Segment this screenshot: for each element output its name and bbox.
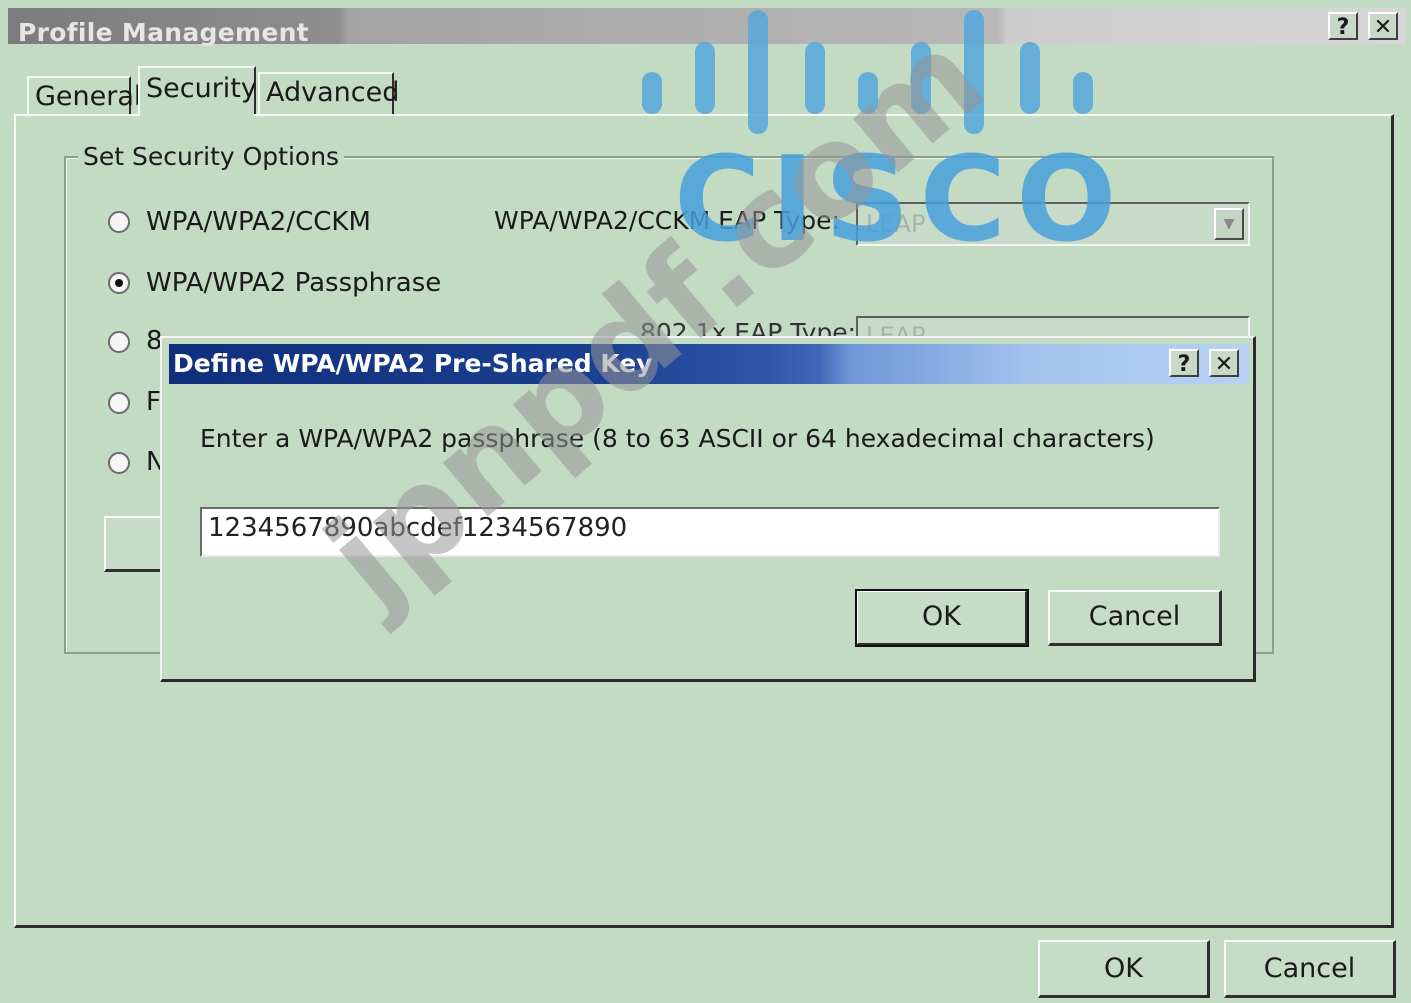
radio-option-5[interactable] — [108, 452, 130, 474]
radio-wpa-cckm-label[interactable]: WPA/WPA2/CCKM — [146, 207, 371, 237]
help-button[interactable]: ? — [1328, 12, 1358, 40]
logo-bar — [695, 42, 715, 114]
ok-button[interactable]: OK — [1038, 940, 1210, 998]
tab-general[interactable]: General — [27, 76, 141, 116]
logo-bar — [911, 42, 931, 114]
dialog-titlebar[interactable]: Define WPA/WPA2 Pre-Shared Key ? ✕ — [169, 344, 1249, 384]
radio-wpa-passphrase[interactable] — [108, 272, 130, 294]
dialog-cancel-button[interactable]: Cancel — [1048, 590, 1222, 646]
logo-bar — [964, 10, 984, 134]
logo-bar — [1020, 42, 1040, 114]
passphrase-prompt: Enter a WPA/WPA2 passphrase (8 to 63 ASC… — [200, 424, 1155, 453]
group-label: Set Security Options — [78, 142, 345, 171]
logo-bar — [1073, 72, 1093, 114]
cisco-logo-text: CISCO — [674, 130, 1127, 268]
close-button[interactable]: ✕ — [1368, 12, 1398, 40]
passphrase-input[interactable]: 1234567890abcdef1234567890 — [200, 507, 1220, 557]
radio-option-4[interactable] — [108, 392, 130, 414]
cancel-button[interactable]: Cancel — [1224, 940, 1396, 998]
dialog-close-button[interactable]: ✕ — [1209, 349, 1239, 377]
logo-bar — [642, 72, 662, 114]
radio-wpa-cckm[interactable] — [108, 211, 130, 233]
eap-type-dropdown-icon[interactable]: ▼ — [1214, 208, 1244, 240]
dialog-ok-button[interactable]: OK — [855, 589, 1029, 647]
window-title: Profile Management — [18, 18, 309, 47]
window-titlebar[interactable]: Profile Management ? ✕ — [8, 8, 1406, 47]
tab-security[interactable]: Security — [138, 66, 257, 116]
logo-bar — [858, 72, 878, 114]
logo-bar — [748, 10, 768, 134]
dialog-title: Define WPA/WPA2 Pre-Shared Key — [173, 349, 653, 378]
radio-8021x[interactable] — [108, 331, 130, 353]
active-tab-joiner — [140, 112, 254, 118]
dialog-help-button[interactable]: ? — [1169, 349, 1199, 377]
logo-bar — [805, 42, 825, 114]
radio-option-4-label[interactable]: F — [146, 387, 161, 417]
tab-advanced[interactable]: Advanced — [258, 72, 399, 114]
radio-wpa-passphrase-label[interactable]: WPA/WPA2 Passphrase — [146, 268, 441, 298]
